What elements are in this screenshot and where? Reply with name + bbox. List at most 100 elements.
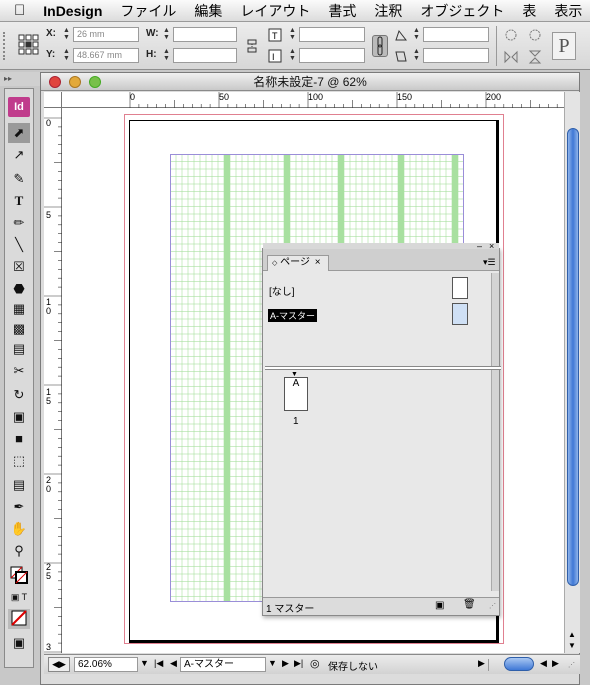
polygon-tool-icon[interactable]: ⬣: [8, 279, 30, 299]
master-none-thumbnail[interactable]: [452, 277, 468, 299]
page-field[interactable]: A-マスター: [180, 657, 266, 672]
flip-vertical-icon[interactable]: [527, 49, 543, 65]
free-transform-tool-icon[interactable]: ⬚: [8, 451, 30, 471]
resize-grip-icon[interactable]: ⋰: [489, 602, 496, 610]
scroll-down-arrow[interactable]: ▼: [568, 641, 576, 650]
type-tool-icon[interactable]: T: [8, 191, 30, 211]
ruler-origin[interactable]: [44, 92, 62, 108]
next-page-icon[interactable]: ▶: [282, 658, 289, 669]
menu-object[interactable]: オブジェクト: [420, 1, 504, 21]
pen-tool-icon[interactable]: ✎: [8, 169, 30, 189]
fill-stroke-icon[interactable]: [8, 565, 30, 585]
menu-notes[interactable]: 注釈: [374, 1, 402, 21]
preview-toggle-icon[interactable]: ◀▶: [48, 657, 70, 672]
apply-none-icon[interactable]: [8, 609, 30, 629]
zoom-tool-icon[interactable]: ⚲: [8, 541, 30, 561]
selection-tool-icon[interactable]: ⬈: [8, 123, 30, 143]
tools-panel-header[interactable]: ▸▸: [0, 72, 40, 86]
menu-layout[interactable]: レイアウト: [240, 1, 310, 21]
previous-page-icon[interactable]: ◀: [170, 658, 177, 669]
y-field[interactable]: 48.667 mm: [73, 48, 139, 63]
rotate-cw-icon[interactable]: [503, 27, 519, 43]
chain-link-icon[interactable]: [372, 35, 388, 57]
scroll-up-arrow[interactable]: ▲: [568, 630, 576, 639]
paragraph-p-icon[interactable]: P: [552, 32, 576, 60]
shear-field[interactable]: [423, 48, 489, 63]
hand-tool-icon[interactable]: ✋: [8, 519, 30, 539]
vertical-scrollbar[interactable]: ▲ ▼: [564, 92, 580, 653]
vertical-ruler[interactable]: 0 5 1 0 1 5 2 0 2 5 3: [44, 108, 62, 653]
formatting-affects-icon[interactable]: ▣ T: [8, 587, 30, 607]
close-window-button[interactable]: [49, 76, 61, 88]
grid-tool-icon[interactable]: ▩: [8, 319, 30, 339]
menu-view[interactable]: 表示: [554, 1, 582, 21]
tab-pages[interactable]: ◇ ページ ×: [267, 255, 329, 271]
tab-close-icon[interactable]: ×: [315, 257, 321, 268]
constrain-proportions-icon[interactable]: [244, 37, 260, 55]
x-field[interactable]: 26 mm: [73, 27, 139, 42]
menu-app-name[interactable]: InDesign: [43, 3, 102, 19]
trash-icon[interactable]: 🗑: [463, 599, 476, 610]
zoom-field[interactable]: 62.06%: [74, 657, 138, 672]
menu-type[interactable]: 書式: [328, 1, 356, 21]
scale-y-stepper[interactable]: ▲ ▼: [288, 48, 297, 63]
window-titlebar[interactable]: 名称未設定-7 @ 62%: [41, 73, 579, 91]
reference-point-icon[interactable]: [18, 34, 40, 56]
pencil-tool-icon[interactable]: ✏: [8, 213, 30, 233]
menu-file[interactable]: ファイル: [120, 1, 176, 21]
zoom-window-button[interactable]: [89, 76, 101, 88]
new-page-icon[interactable]: ▣: [435, 600, 444, 611]
panel-scrollbar[interactable]: [491, 273, 499, 591]
gradient-tool-icon[interactable]: ■: [8, 429, 30, 449]
master-a-label[interactable]: A-マスター: [268, 309, 318, 322]
apple-icon[interactable]: : [14, 2, 25, 19]
page-dropdown-arrow[interactable]: ▼: [268, 658, 277, 668]
scissors-tool-icon[interactable]: ✂: [8, 361, 30, 381]
indesign-logo-icon[interactable]: Id: [8, 97, 30, 117]
line-tool-icon[interactable]: ╲: [8, 235, 30, 255]
y-stepper[interactable]: ▲ ▼: [62, 48, 71, 63]
panel-menu-icon[interactable]: ▾☰: [483, 257, 496, 268]
h-field[interactable]: [173, 48, 237, 63]
note-tool-icon[interactable]: ▤: [8, 475, 30, 495]
zoom-dropdown-arrow[interactable]: ▼: [140, 658, 149, 668]
last-page-icon[interactable]: ▶|: [294, 658, 303, 669]
screen-mode-icon[interactable]: ▣: [8, 633, 30, 653]
eyedropper-tool-icon[interactable]: ✒: [8, 497, 30, 517]
rectangle-frame-tool-icon[interactable]: ☒: [8, 257, 30, 277]
rotate-ccw-icon[interactable]: [527, 27, 543, 43]
scale-y-field[interactable]: [299, 48, 365, 63]
rotate-stepper[interactable]: ▲ ▼: [412, 27, 421, 42]
scale-tool-icon[interactable]: ▣: [8, 407, 30, 427]
horizontal-scroll-thumb[interactable]: [504, 657, 534, 671]
menu-edit[interactable]: 編集: [194, 1, 222, 21]
scroll-right-arrow[interactable]: ▶: [552, 658, 559, 669]
flip-horizontal-icon[interactable]: [503, 49, 519, 65]
panel-divider[interactable]: [265, 366, 501, 370]
status-menu-arrow[interactable]: ▶: [478, 658, 485, 669]
table-tool-icon[interactable]: ▦: [8, 299, 30, 319]
version-cue-icon[interactable]: ◎: [310, 657, 320, 670]
menu-table[interactable]: 表: [522, 1, 536, 21]
first-page-icon[interactable]: |◀: [154, 658, 163, 669]
direct-selection-tool-icon[interactable]: ↗: [8, 145, 30, 165]
w-field[interactable]: [173, 27, 237, 42]
minimize-window-button[interactable]: [69, 76, 81, 88]
rotate-field[interactable]: [423, 27, 489, 42]
w-stepper[interactable]: ▲ ▼: [162, 27, 171, 42]
window-resize-grip-icon[interactable]: ⋰: [568, 661, 575, 669]
h-stepper[interactable]: ▲ ▼: [162, 48, 171, 63]
scrollbar-thumb[interactable]: [567, 128, 579, 586]
horizontal-ruler[interactable]: 0 50 100 150 200: [62, 92, 570, 108]
panel-grip[interactable]: [3, 32, 11, 60]
scale-x-stepper[interactable]: ▲ ▼: [288, 27, 297, 42]
x-stepper[interactable]: ▲ ▼: [62, 27, 71, 42]
frame-grid-tool-icon[interactable]: ▤: [8, 339, 30, 359]
scale-x-field[interactable]: [299, 27, 365, 42]
rotate-tool-icon[interactable]: ↻: [8, 385, 30, 405]
shear-stepper[interactable]: ▲ ▼: [412, 48, 421, 63]
page-1-thumbnail[interactable]: A: [284, 377, 308, 411]
master-a-thumbnail[interactable]: [452, 303, 468, 325]
scroll-left-arrow[interactable]: ◀: [540, 658, 547, 669]
master-none-label[interactable]: [なし]: [269, 283, 295, 298]
